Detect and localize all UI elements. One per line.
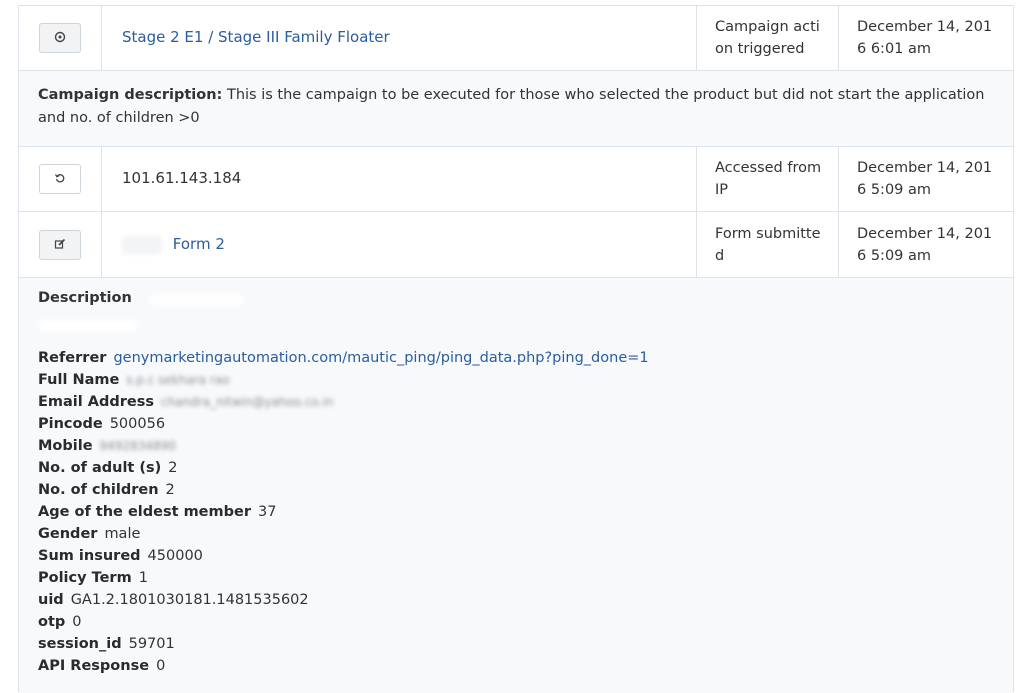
campaign-description-label: Campaign description: xyxy=(38,87,223,103)
event-date: December 14, 2016 5:09 am xyxy=(857,160,993,198)
row-title-cell: Form 2 xyxy=(102,212,697,277)
campaign-event-button[interactable] xyxy=(39,23,81,53)
refresh-icon xyxy=(54,172,66,187)
detail-field: No. of adult (s) 2 xyxy=(38,457,649,479)
redacted-line xyxy=(149,294,244,306)
event-type: Campaign action triggered xyxy=(715,19,820,57)
detail-field: session_id 59701 xyxy=(38,633,649,655)
detail-field: Policy Term 1 xyxy=(38,567,649,589)
detail-field: Age of the eldest member 37 xyxy=(38,501,649,523)
event-type: Accessed from IP xyxy=(715,160,822,198)
form-details: Description Referrer genymarketingautomat… xyxy=(19,278,1013,693)
detail-field: Gender male xyxy=(38,523,649,545)
detail-field-value: 450000 xyxy=(147,548,203,564)
detail-field-key: Pincode xyxy=(38,416,103,432)
detail-field-value: 1 xyxy=(138,570,148,586)
detail-field: Sum insured 450000 xyxy=(38,545,649,567)
detail-field-key: Policy Term xyxy=(38,570,132,586)
event-type: Form submitted xyxy=(715,226,821,264)
row-title-cell: Stage 2 E1 / Stage III Family Floater xyxy=(102,6,697,70)
form-link[interactable]: Form 2 xyxy=(173,235,225,253)
row-title-cell: 101.61.143.184 xyxy=(102,147,697,211)
detail-field-value: 0 xyxy=(72,614,82,630)
detail-field-key: API Response xyxy=(38,658,150,674)
event-date: December 14, 2016 6:01 am xyxy=(857,19,993,57)
row-type-cell: Accessed from IP xyxy=(697,147,839,211)
detail-field: Mobile 9492834890 xyxy=(38,435,649,457)
row-type-cell: Campaign action triggered xyxy=(697,6,839,70)
detail-field-value: chandra_nitwin@yahoo.co.in xyxy=(161,395,334,409)
detail-field-key: Full Name xyxy=(38,372,120,388)
detail-field-key: No. of children xyxy=(38,482,159,498)
detail-field: uid GA1.2.1801030181.1481535602 xyxy=(38,589,649,611)
row-type-cell: Form submitted xyxy=(697,212,839,277)
detail-field-key: Mobile xyxy=(38,438,93,454)
detail-field: API Response 0 xyxy=(38,655,649,677)
target-icon xyxy=(54,31,66,46)
detail-field-key: Gender xyxy=(38,526,98,542)
detail-field-key: uid xyxy=(38,592,64,608)
detail-field-key: Sum insured xyxy=(38,548,141,564)
row-date-cell: December 14, 2016 6:01 am xyxy=(839,6,1013,70)
detail-field-value: 9492834890 xyxy=(99,439,176,453)
campaign-link[interactable]: Stage 2 E1 / Stage III Family Floater xyxy=(122,28,390,46)
detail-field-value: 2 xyxy=(168,460,178,476)
detail-field: No. of children 2 xyxy=(38,479,649,501)
row-date-cell: December 14, 2016 5:09 am xyxy=(839,212,1013,277)
detail-field-value: 2 xyxy=(165,482,175,498)
form-title: Form 2 xyxy=(122,235,225,254)
detail-field: Full Name s.p.c sekhara rao xyxy=(38,369,649,391)
form-event-button[interactable] xyxy=(39,230,81,260)
detail-field: Email Address chandra_nitwin@yahoo.co.in xyxy=(38,391,649,413)
redacted-block xyxy=(122,235,162,254)
row-date-cell: December 14, 2016 5:09 am xyxy=(839,147,1013,211)
timeline-row-form: Form 2 Form submitted December 14, 2016 … xyxy=(19,212,1013,278)
campaign-description-row: Campaign description: This is the campai… xyxy=(19,71,1013,147)
detail-field-key: Age of the eldest member xyxy=(38,504,251,520)
detail-field: Referrer genymarketingautomation.com/maut… xyxy=(38,347,649,369)
detail-field-value: 37 xyxy=(257,504,277,520)
detail-field-value: s.p.c sekhara rao xyxy=(126,373,230,387)
row-icon-cell xyxy=(19,147,102,211)
detail-field-value: male xyxy=(104,526,141,542)
row-icon-cell xyxy=(19,6,102,70)
redacted-line xyxy=(38,320,138,332)
row-icon-cell xyxy=(19,212,102,277)
event-date: December 14, 2016 5:09 am xyxy=(857,226,993,264)
detail-field-key: otp xyxy=(38,614,66,630)
details-field-list: Referrer genymarketingautomation.com/maut… xyxy=(38,347,649,677)
detail-field-value: 59701 xyxy=(128,636,175,652)
ip-event-button[interactable] xyxy=(39,164,81,194)
timeline-row-ip: 101.61.143.184 Accessed from IP December… xyxy=(19,147,1013,212)
timeline-panel: Stage 2 E1 / Stage III Family Floater Ca… xyxy=(18,5,1014,693)
detail-field-key: session_id xyxy=(38,636,122,652)
referrer-link[interactable]: genymarketingautomation.com/mautic_ping/… xyxy=(113,350,648,366)
details-title: Description xyxy=(38,290,132,306)
detail-field-value: GA1.2.1801030181.1481535602 xyxy=(70,592,309,608)
detail-field-value: 500056 xyxy=(109,416,166,432)
timeline-row-campaign: Stage 2 E1 / Stage III Family Floater Ca… xyxy=(19,6,1013,71)
edit-icon xyxy=(54,238,66,253)
detail-field-value: 0 xyxy=(156,658,166,674)
campaign-description: Campaign description: This is the campai… xyxy=(38,84,998,130)
detail-field: otp 0 xyxy=(38,611,649,633)
detail-field-key: Referrer xyxy=(38,350,107,366)
detail-field-key: Email Address xyxy=(38,394,155,410)
detail-field-key: No. of adult (s) xyxy=(38,460,162,476)
detail-field: Pincode 500056 xyxy=(38,413,649,435)
ip-address: 101.61.143.184 xyxy=(122,169,242,187)
